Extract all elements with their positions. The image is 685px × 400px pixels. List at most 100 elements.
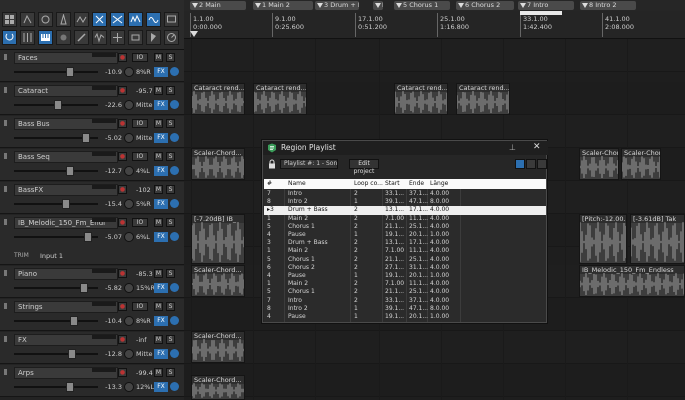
table-row[interactable]: 3 Drum + Bass 2 13.1... 17.1... 4.0.00 bbox=[264, 239, 546, 247]
volume-fader[interactable] bbox=[14, 382, 98, 392]
table-row[interactable]: ▸3 Drum + Bass 2 13.1... 17.1... 4.0.00 bbox=[264, 206, 546, 215]
media-item[interactable]: Scaler-Chord... bbox=[191, 331, 245, 363]
io-button[interactable]: IO bbox=[132, 119, 148, 128]
mute-button[interactable]: M bbox=[154, 119, 163, 128]
volume-fader[interactable] bbox=[14, 349, 98, 359]
fx-bypass-button[interactable] bbox=[170, 349, 179, 358]
envelope-icon[interactable] bbox=[128, 12, 143, 27]
mute-button[interactable]: M bbox=[154, 302, 163, 311]
table-row[interactable]: 5 Chorus 1 2 21.1... 25.1... 4.0.00 bbox=[264, 223, 546, 231]
media-item[interactable]: Scaler-Chord... bbox=[191, 375, 245, 400]
record-arm-button[interactable]: ● bbox=[118, 302, 127, 311]
grid-icon[interactable] bbox=[2, 12, 17, 27]
table-row[interactable]: 5 Chorus 1 2 21.1... 25.1... 4.0.00 bbox=[264, 288, 546, 296]
track-folder-icon[interactable] bbox=[4, 54, 7, 60]
media-item[interactable]: Cataract rend... bbox=[394, 83, 448, 115]
media-item[interactable]: [Pitch:-12.00... bbox=[579, 214, 627, 264]
timeline-ruler[interactable]: 1.1.00 0:00.000 9.1.00 0:25.600 17.1.00 0:51.… bbox=[184, 11, 685, 39]
fader-thumb[interactable] bbox=[84, 232, 92, 242]
mute-button[interactable]: M bbox=[154, 218, 163, 227]
solo-button[interactable]: S bbox=[166, 152, 175, 161]
mute-button[interactable]: M bbox=[154, 185, 163, 194]
track-folder-icon[interactable] bbox=[4, 120, 7, 126]
piano-roll-icon[interactable] bbox=[38, 30, 53, 45]
fader-thumb[interactable] bbox=[66, 382, 74, 392]
column-header[interactable]: Start bbox=[385, 179, 408, 189]
volume-fader[interactable] bbox=[14, 100, 98, 110]
table-row[interactable]: 7 Intro 2 33.1... 37.1... 4.0.00 bbox=[264, 190, 546, 198]
pin-icon[interactable]: ⊥ bbox=[509, 143, 516, 152]
lock-icon[interactable] bbox=[92, 12, 107, 27]
pan-knob[interactable] bbox=[124, 316, 134, 326]
lock-icon[interactable] bbox=[267, 159, 277, 169]
pan-knob[interactable] bbox=[124, 283, 134, 293]
region-marker[interactable]: 8 Intro 2 bbox=[580, 1, 636, 10]
fader-thumb[interactable] bbox=[82, 133, 90, 143]
track-header[interactable]: BassFX●MSIO-15.45%RFX-102 bbox=[0, 182, 184, 214]
record-arm-button[interactable]: ● bbox=[118, 53, 127, 62]
fader-thumb[interactable] bbox=[66, 166, 74, 176]
solo-button[interactable]: S bbox=[166, 218, 175, 227]
track-folder-icon[interactable] bbox=[4, 87, 7, 93]
solo-button[interactable]: S bbox=[166, 86, 175, 95]
track-folder-icon[interactable] bbox=[4, 219, 7, 225]
wave-icon[interactable] bbox=[92, 30, 107, 45]
track-header[interactable]: Bass Bus ● M S IO -5.02 Mitte FX bbox=[0, 116, 184, 148]
track-folder-icon[interactable] bbox=[4, 336, 7, 342]
mute-button[interactable]: M bbox=[154, 368, 163, 377]
record-arm-button[interactable]: ● bbox=[118, 119, 127, 128]
column-header[interactable]: Ende bbox=[409, 179, 429, 189]
io-button[interactable]: IO bbox=[132, 302, 148, 311]
media-item[interactable]: IB_Melodic_150_Fm_Endless bbox=[579, 265, 685, 297]
track-header[interactable]: Strings ● M S IO -10.4 8%R FX bbox=[0, 299, 184, 331]
record-arm-button[interactable]: ● bbox=[118, 152, 127, 161]
close-icon[interactable]: ✕ bbox=[533, 142, 541, 153]
media-item[interactable]: Scaler-Chord... bbox=[621, 148, 661, 180]
table-row[interactable]: 4 Pause 1 19.1... 20.1... 1.0.00 bbox=[264, 272, 546, 280]
volume-fader[interactable] bbox=[14, 166, 98, 176]
split-icon[interactable] bbox=[110, 30, 125, 45]
volume-fader[interactable] bbox=[14, 232, 98, 242]
solo-button[interactable]: S bbox=[166, 335, 175, 344]
repeat-icon[interactable] bbox=[2, 30, 17, 45]
fader-thumb[interactable] bbox=[70, 316, 78, 326]
table-row[interactable]: 5 Chorus 1 2 21.1... 25.1... 4.0.00 bbox=[264, 256, 546, 264]
media-item[interactable]: Cataract rend... bbox=[456, 83, 510, 115]
volume-fader[interactable] bbox=[14, 316, 98, 326]
region-marker[interactable]: 2 Main bbox=[190, 1, 246, 10]
track-folder-icon[interactable] bbox=[4, 369, 7, 375]
table-row[interactable]: 1 Main 2 2 7.1.00 11.1... 4.0.00 bbox=[264, 247, 546, 255]
ripple-icon[interactable] bbox=[74, 12, 89, 27]
playlist-select[interactable]: Playlist #: 1 - Song bbox=[280, 159, 338, 169]
fx-button[interactable]: FX bbox=[154, 382, 168, 392]
fx-bypass-button[interactable] bbox=[170, 67, 179, 76]
track-folder-icon[interactable] bbox=[4, 270, 7, 276]
table-row[interactable]: 8 Intro 2 1 39.1... 47.1... 8.0.00 bbox=[264, 198, 546, 206]
region-marker[interactable]: 7 Intro bbox=[518, 1, 574, 10]
solo-button[interactable]: S bbox=[166, 269, 175, 278]
edit-project-button[interactable]: Edit project bbox=[349, 159, 379, 175]
fx-bypass-button[interactable] bbox=[170, 283, 179, 292]
media-item[interactable]: Scaler-Chord... bbox=[191, 148, 245, 180]
region-marker[interactable]: 1 Main 2 bbox=[253, 1, 313, 10]
io-button[interactable]: IO bbox=[132, 152, 148, 161]
table-row[interactable]: 4 Pause 1 19.1... 20.1... 1.0.00 bbox=[264, 231, 546, 239]
volume-fader[interactable] bbox=[14, 67, 98, 77]
track-header[interactable]: IB_Melodic_150_Fm_Endl ● M S IO -5.07 6%L FX TRI… bbox=[0, 215, 184, 265]
pan-knob[interactable] bbox=[124, 349, 134, 359]
snap-icon[interactable] bbox=[20, 12, 35, 27]
media-item[interactable]: Cataract rend... bbox=[253, 83, 307, 115]
column-header[interactable]: Loop co... bbox=[354, 179, 384, 189]
track-folder-icon[interactable] bbox=[4, 153, 7, 159]
play-mode-icon[interactable] bbox=[515, 159, 525, 169]
volume-fader[interactable] bbox=[14, 199, 98, 209]
solo-button[interactable]: S bbox=[166, 368, 175, 377]
track-header[interactable]: Cataract●MSIO-22.6MitteFX-95.7 bbox=[0, 83, 184, 115]
volume-fader[interactable] bbox=[14, 283, 98, 293]
pencil-icon[interactable] bbox=[74, 30, 89, 45]
fx-button[interactable]: FX bbox=[154, 316, 168, 326]
region-marker[interactable]: 5 Chorus 1 bbox=[394, 1, 450, 10]
options-icon[interactable] bbox=[537, 159, 547, 169]
crossfade-icon[interactable] bbox=[110, 12, 125, 27]
fx-button[interactable]: FX bbox=[154, 100, 168, 110]
